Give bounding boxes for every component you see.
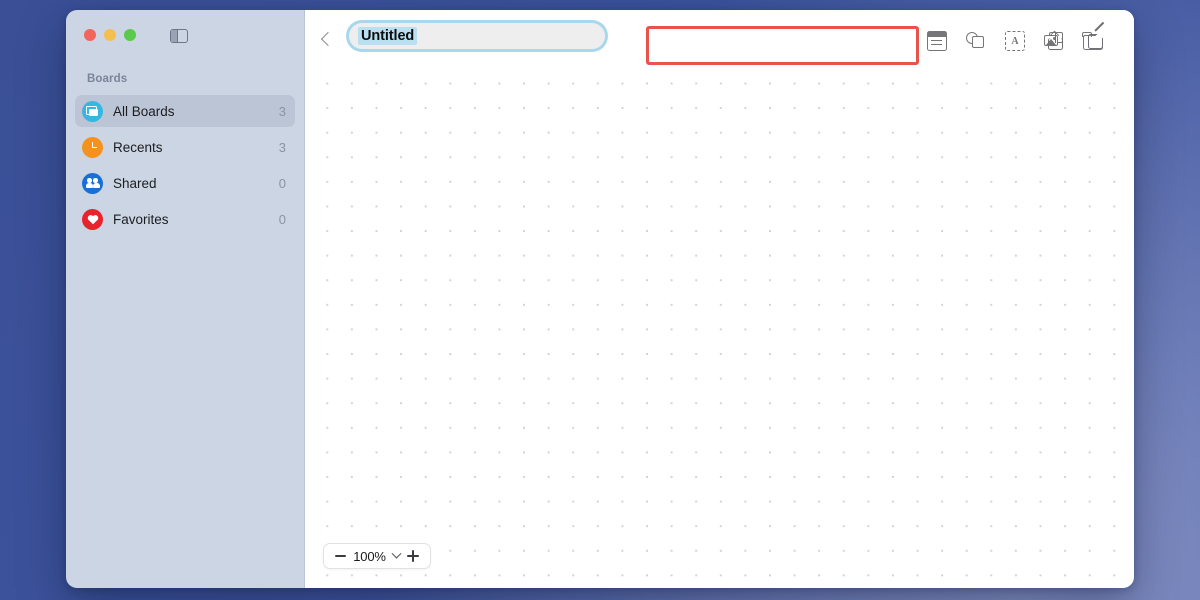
people-icon	[82, 172, 103, 194]
close-button[interactable]	[84, 29, 96, 41]
minimize-button[interactable]	[104, 29, 116, 41]
sidebar-item-shared[interactable]: Shared 0	[75, 167, 295, 199]
sidebar-item-recents[interactable]: Recents 3	[75, 131, 295, 163]
sidebar-item-favorites[interactable]: Favorites 0	[75, 203, 295, 235]
heart-icon	[82, 208, 103, 230]
text-box-icon[interactable]: A	[1005, 31, 1025, 51]
sidebar-toggle-icon[interactable]	[170, 29, 188, 43]
sidebar-item-label: Recents	[113, 139, 163, 155]
clock-icon	[82, 136, 103, 158]
zoom-control[interactable]: 100%	[323, 543, 431, 569]
back-chevron-icon[interactable]	[320, 31, 336, 47]
dot-grid-canvas[interactable]	[305, 10, 1134, 588]
canvas-pane: Untitled A 100%	[305, 10, 1134, 588]
zoom-in-button[interactable]	[406, 550, 419, 562]
board-list: All Boards 3 Recents 3 Shared 0 Favorite…	[75, 95, 295, 239]
sidebar-item-count: 0	[278, 211, 286, 227]
compose-icon[interactable]	[1088, 21, 1109, 51]
maximize-button[interactable]	[124, 29, 136, 41]
sidebar-item-count: 0	[278, 175, 286, 191]
sidebar-item-count: 3	[278, 139, 286, 155]
window-controls	[84, 29, 136, 41]
zoom-level-value: 100%	[353, 548, 386, 564]
sidebar-section-header: Boards	[87, 73, 128, 85]
sidebar-item-label: All Boards	[113, 103, 175, 119]
window-actions	[1046, 10, 1109, 72]
shapes-icon[interactable]	[966, 31, 986, 51]
sidebar-item-label: Favorites	[113, 211, 169, 227]
app-window: Boards All Boards 3 Recents 3 Shared 0 F…	[66, 10, 1134, 588]
boards-icon	[82, 100, 103, 122]
sidebar: Boards All Boards 3 Recents 3 Shared 0 F…	[66, 10, 305, 588]
chevron-down-icon[interactable]	[391, 548, 402, 559]
share-icon[interactable]	[1046, 30, 1066, 51]
zoom-out-button[interactable]	[335, 555, 347, 557]
sidebar-item-count: 3	[278, 103, 286, 119]
board-title-field[interactable]: Untitled	[349, 23, 605, 49]
sidebar-item-label: Shared	[113, 175, 157, 191]
sticky-note-icon[interactable]	[927, 31, 947, 51]
board-title-value[interactable]: Untitled	[358, 27, 418, 45]
sidebar-item-all-boards[interactable]: All Boards 3	[75, 95, 295, 127]
toolbar: Untitled A	[305, 10, 1134, 72]
